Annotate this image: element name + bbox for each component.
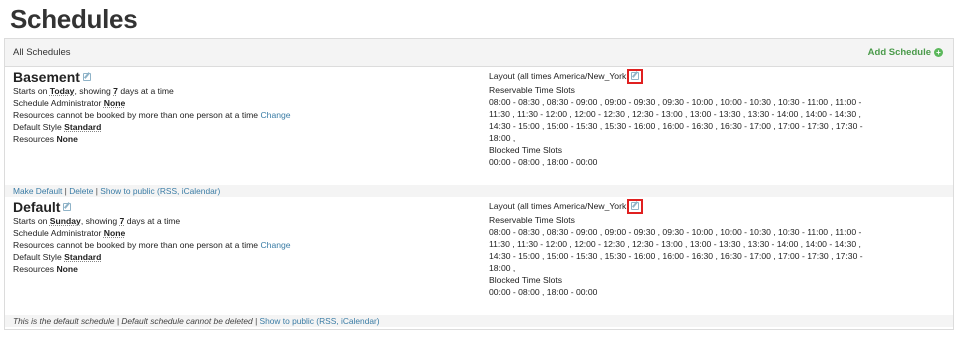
reservable-label: Reservable Time Slots [489,215,575,225]
days-value[interactable]: 7 [120,216,125,226]
schedule-name: Basement [13,69,80,85]
default-schedule-note: This is the default schedule | Default s… [5,315,953,327]
reservable-slots-line: 14:30 - 15:00 , 15:00 - 15:30 , 15:30 - … [489,251,863,261]
blocked-label: Blocked Time Slots [489,145,563,155]
reservable-slots-line: 14:30 - 15:00 , 15:00 - 15:30 , 15:30 - … [489,121,863,131]
layout-title: Layout (all times America/New_York [489,199,949,214]
start-info: Starts on Today, showing 7 days at a tim… [13,86,174,96]
schedule-card-default: Default Starts on Sunday, showing 7 days… [5,197,953,315]
resources-info: Resources None [13,134,78,144]
add-schedule-label: Add Schedule [867,47,931,58]
blocked-slots: 00:00 - 08:00 , 18:00 - 00:00 [489,157,598,167]
edit-name-icon[interactable] [63,203,72,211]
reservable-label: Reservable Time Slots [489,85,575,95]
reservable-slots-line: 18:00 , [489,263,516,273]
admin-info: Schedule Administrator None [13,228,126,238]
layout-details: Layout (all times America/New_York Reser… [489,199,949,298]
schedules-panel: All Schedules Add Schedule + Basement St… [4,38,954,330]
panel-header: All Schedules Add Schedule + [5,39,953,67]
reservable-slots-line: 18:00 , [489,133,516,143]
schedule-actions: Make Default | Delete | Show to public (… [5,185,953,197]
reservable-slots-line: 11:30 , 11:30 - 12:00 , 12:00 - 12:30 , … [489,239,861,249]
reservable-slots-line: 08:00 - 08:30 , 08:30 - 09:00 , 09:00 - … [489,97,862,107]
change-booking-link[interactable]: Change [260,240,290,250]
start-day-value[interactable]: Sunday [50,216,81,226]
layout-details: Layout (all times America/New_York Reser… [489,69,949,168]
show-public-link[interactable]: Show to public (RSS, iCalendar) [100,186,220,196]
layout-edit-highlight[interactable] [627,69,644,84]
page-title: Schedules [10,4,138,34]
show-public-link[interactable]: Show to public (RSS, iCalendar) [260,316,380,326]
add-schedule-button[interactable]: Add Schedule + [868,47,943,58]
style-info: Default Style Standard [13,252,102,262]
edit-layout-icon[interactable] [631,202,640,210]
reservable-slots-line: 08:00 - 08:30 , 08:30 - 09:00 , 09:00 - … [489,227,862,237]
schedule-card-basement: Basement Starts on Today, showing 7 days… [5,67,953,185]
admin-value[interactable]: None [104,98,125,108]
style-value[interactable]: Standard [64,252,101,262]
blocked-slots: 00:00 - 08:00 , 18:00 - 00:00 [489,287,598,297]
booking-rule: Resources cannot be booked by more than … [13,110,291,120]
resources-value: None [56,264,78,274]
admin-info: Schedule Administrator None [13,98,126,108]
layout-title: Layout (all times America/New_York [489,69,949,84]
resources-value: None [56,134,78,144]
plus-circle-icon: + [934,48,943,57]
delete-link[interactable]: Delete [69,186,93,196]
cannot-delete-note: Default schedule cannot be deleted [121,316,253,326]
start-info: Starts on Sunday, showing 7 days at a ti… [13,216,181,226]
edit-name-icon[interactable] [82,73,91,81]
make-default-link[interactable]: Make Default [13,186,62,196]
style-value[interactable]: Standard [64,122,101,132]
edit-layout-icon[interactable] [631,72,640,80]
admin-value[interactable]: None [104,228,125,238]
panel-header-title: All Schedules [13,47,71,58]
default-note: This is the default schedule [13,316,115,326]
schedule-name: Default [13,199,61,215]
schedule-details: Basement Starts on Today, showing 7 days… [13,69,473,145]
change-booking-link[interactable]: Change [260,110,290,120]
layout-edit-highlight[interactable] [627,199,644,214]
start-day-value[interactable]: Today [50,86,75,96]
blocked-label: Blocked Time Slots [489,275,563,285]
schedule-details: Default Starts on Sunday, showing 7 days… [13,199,473,275]
reservable-slots-line: 11:30 , 11:30 - 12:00 , 12:00 - 12:30 , … [489,109,861,119]
booking-rule: Resources cannot be booked by more than … [13,240,291,250]
style-info: Default Style Standard [13,122,102,132]
days-value[interactable]: 7 [113,86,118,96]
resources-info: Resources None [13,264,78,274]
